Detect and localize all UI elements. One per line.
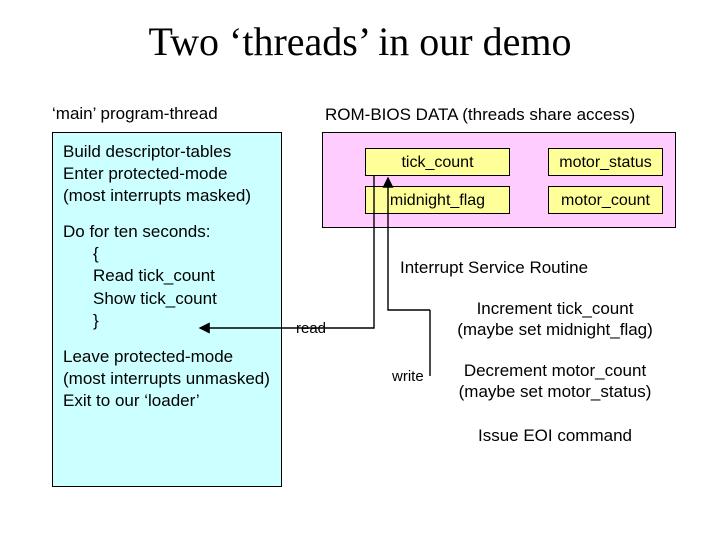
isr-block-2: Decrement motor_count (maybe set motor_s… <box>430 360 680 403</box>
main-line: Read tick_count <box>63 265 271 287</box>
main-line: (most interrupts unmasked) <box>63 368 271 390</box>
isr-line: (maybe set motor_status) <box>430 381 680 402</box>
main-block-2: Do for ten seconds: { Read tick_count Sh… <box>63 221 271 331</box>
main-thread-box: Build descriptor-tables Enter protected-… <box>52 132 282 487</box>
main-line: } <box>63 310 271 332</box>
cell-tick-count: tick_count <box>365 148 510 176</box>
main-line: Build descriptor-tables <box>63 141 271 163</box>
main-line: Enter protected-mode <box>63 163 271 185</box>
slide-title: Two ‘threads’ in our demo <box>0 18 720 65</box>
main-block-3: Leave protected-mode (most interrupts un… <box>63 346 271 412</box>
main-thread-label: ‘main’ program-thread <box>52 104 218 124</box>
isr-line: (maybe set midnight_flag) <box>430 319 680 340</box>
read-label: read <box>296 320 326 337</box>
cell-motor-status: motor_status <box>548 148 663 176</box>
cell-midnight-flag: midnight_flag <box>365 186 510 214</box>
main-line: Leave protected-mode <box>63 346 271 368</box>
main-line: Do for ten seconds: <box>63 221 271 243</box>
isr-block-3: Issue EOI command <box>430 425 680 446</box>
isr-line: Increment tick_count <box>430 298 680 319</box>
main-block-1: Build descriptor-tables Enter protected-… <box>63 141 271 207</box>
isr-line: Decrement motor_count <box>430 360 680 381</box>
main-line: Show tick_count <box>63 288 271 310</box>
main-line: { <box>63 243 271 265</box>
isr-block-1: Increment tick_count (maybe set midnight… <box>430 298 680 341</box>
main-line: Exit to our ‘loader’ <box>63 390 271 412</box>
write-label: write <box>392 368 424 385</box>
main-line: (most interrupts masked) <box>63 185 271 207</box>
rom-bios-label: ROM-BIOS DATA (threads share access) <box>325 105 635 125</box>
isr-title: Interrupt Service Routine <box>400 258 588 278</box>
cell-motor-count: motor_count <box>548 186 663 214</box>
slide: Two ‘threads’ in our demo ‘main’ program… <box>0 0 720 540</box>
isr-line: Issue EOI command <box>430 425 680 446</box>
